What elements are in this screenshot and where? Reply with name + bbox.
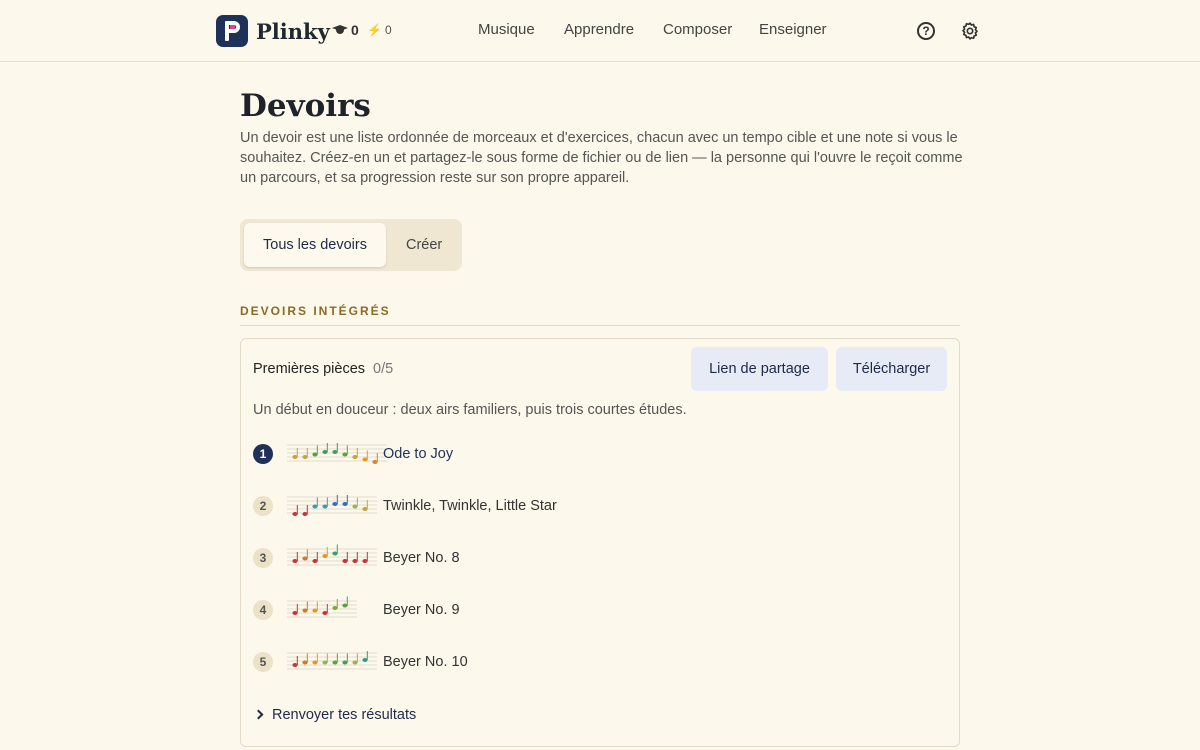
help-icon[interactable]: ?: [917, 22, 935, 40]
energy-stat: ⚡ 0: [367, 23, 392, 37]
tab-all-assignments[interactable]: Tous les devoirs: [244, 223, 386, 267]
tab-create[interactable]: Créer: [406, 223, 442, 267]
graduation-cap-icon: [332, 23, 348, 37]
send-results-toggle[interactable]: Renvoyer tes résultats: [253, 707, 417, 723]
share-link-button[interactable]: Lien de partage: [691, 347, 828, 391]
nav-composer[interactable]: Composer: [663, 21, 732, 38]
nav-musique[interactable]: Musique: [478, 21, 535, 38]
lightning-bolt-icon: ⚡: [367, 23, 382, 37]
nav-apprendre[interactable]: Apprendre: [564, 21, 634, 38]
item-number-badge: 2: [253, 496, 273, 516]
section-label: DEVOIRS INTÉGRÉS: [240, 304, 391, 318]
plinky-logo-icon[interactable]: [216, 15, 248, 47]
page-title: Devoirs: [240, 88, 371, 124]
download-button[interactable]: Télécharger: [836, 347, 947, 391]
send-results-label: Renvoyer tes résultats: [272, 707, 417, 723]
page-intro: Un devoir est une liste ordonnée de morc…: [240, 130, 963, 186]
item-number-badge: 3: [253, 548, 273, 568]
score-preview: [287, 443, 387, 464]
assignment-item[interactable]: 4 Beyer No. 9: [253, 595, 943, 625]
gear-icon[interactable]: [960, 21, 980, 41]
nav-enseigner[interactable]: Enseigner: [759, 21, 827, 38]
graduation-stat: 0: [332, 22, 359, 38]
assignment-item[interactable]: 1 Ode to Joy: [253, 439, 943, 469]
section-divider: [240, 325, 960, 326]
card-progress: 0/5: [373, 361, 394, 377]
card-description: Un début en douceur : deux airs familier…: [253, 402, 687, 418]
score-preview: [287, 651, 377, 670]
item-number-badge: 1: [253, 444, 273, 464]
tab-switcher: Tous les devoirs Créer: [240, 219, 462, 271]
item-title: Ode to Joy: [383, 446, 454, 462]
item-title: Beyer No. 8: [383, 550, 460, 566]
assignment-item[interactable]: 5 Beyer No. 10: [253, 647, 943, 677]
top-bar: Plinky 0 ⚡ 0 Musique Apprendre Composer …: [0, 0, 1200, 62]
score-preview: [287, 544, 377, 566]
item-number-badge: 4: [253, 600, 273, 620]
score-preview: [287, 495, 377, 516]
item-number-badge: 5: [253, 652, 273, 672]
assignment-item[interactable]: 3 Beyer No. 8: [253, 543, 943, 573]
graduation-count: 0: [351, 22, 359, 38]
brand-name[interactable]: Plinky: [256, 19, 330, 44]
item-title: Beyer No. 9: [383, 602, 460, 618]
energy-count: 0: [384, 23, 392, 37]
score-preview: [287, 596, 357, 618]
item-title: Twinkle, Twinkle, Little Star: [383, 498, 557, 514]
assignment-item[interactable]: 2 Twinkle, Twinkle, Little Star: [253, 491, 943, 521]
item-title: Beyer No. 10: [383, 654, 468, 670]
chevron-right-icon: [253, 709, 264, 720]
card-title: Premières pièces: [253, 361, 366, 377]
assignment-card: Premières pièces 0/5 Lien de partage Tél…: [240, 338, 960, 747]
